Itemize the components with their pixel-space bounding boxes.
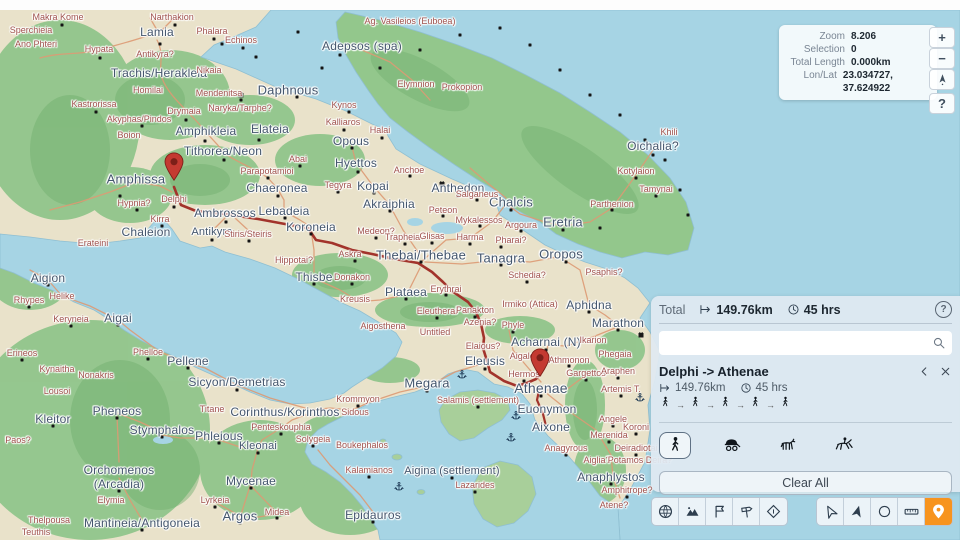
terrain-icon xyxy=(684,503,701,520)
route-distance: 149.76km xyxy=(659,382,726,394)
ruler-icon xyxy=(903,503,920,520)
signpost-button[interactable] xyxy=(733,498,760,525)
flag-icon xyxy=(711,503,728,520)
clock-icon xyxy=(740,382,752,394)
ruler-button[interactable] xyxy=(898,498,925,525)
route-leg-sequence: → → → → xyxy=(659,397,952,413)
map-application: Adepsos (spa)LamiaTrachis/HerakleiaDaphn… xyxy=(0,0,960,540)
arrow-right-icon: → xyxy=(736,400,745,410)
toolbar-layers-group xyxy=(651,497,788,526)
cursor-outline-button[interactable] xyxy=(817,498,844,525)
total-distance: 149.76km xyxy=(699,303,772,317)
route-time: 45 hrs xyxy=(740,382,788,394)
top-strip xyxy=(0,0,960,10)
panel-help-button[interactable]: ? xyxy=(935,301,952,318)
route-collapse-button[interactable] xyxy=(918,365,931,378)
zoom-out-button[interactable]: − xyxy=(929,48,955,69)
route-panel: Total 149.76km 45 hrs ? Delphi -> Athena… xyxy=(651,296,960,492)
route-panel-header: Total 149.76km 45 hrs ? xyxy=(659,296,952,324)
circle-button[interactable] xyxy=(871,498,898,525)
waypoint-diamond-button[interactable] xyxy=(760,498,787,525)
minus-icon: − xyxy=(938,51,946,66)
mode-cart-button[interactable] xyxy=(715,432,747,459)
route-title: Delphi -> Athenae xyxy=(659,364,769,379)
route-item[interactable]: Delphi -> Athenae xyxy=(659,364,952,379)
question-icon: ? xyxy=(938,96,946,111)
clock-icon xyxy=(787,303,800,316)
donkey-icon xyxy=(778,436,797,455)
terrain-button[interactable] xyxy=(679,498,706,525)
mode-donkey-button[interactable] xyxy=(771,432,803,459)
walk-leg-icon xyxy=(659,396,672,414)
globe-button[interactable] xyxy=(652,498,679,525)
walk-leg-icon xyxy=(749,396,762,414)
distance-icon xyxy=(659,382,671,394)
walk-leg-icon xyxy=(719,396,732,414)
arrow-right-icon: → xyxy=(766,400,775,410)
horse-icon xyxy=(834,436,853,455)
location-pin-icon xyxy=(930,503,947,520)
walk-leg-icon xyxy=(689,396,702,414)
status-row: Selection0 xyxy=(787,43,929,56)
transport-mode-row xyxy=(659,422,952,459)
help-button[interactable]: ? xyxy=(929,93,955,114)
status-row: Lon/Lat23.034727, 37.624922 xyxy=(787,69,929,95)
mode-walk-button[interactable] xyxy=(659,432,691,459)
map-status-panel: Zoom8.206Selection0Total Length0.000kmLo… xyxy=(779,25,937,100)
search-icon[interactable] xyxy=(932,336,946,350)
status-row: Zoom8.206 xyxy=(787,30,929,43)
status-row: Total Length0.000km xyxy=(787,56,929,69)
cart-icon xyxy=(722,436,741,455)
flag-button[interactable] xyxy=(706,498,733,525)
cursor-outline-icon xyxy=(822,503,839,520)
walk-icon xyxy=(666,436,685,455)
arrow-right-icon: → xyxy=(676,400,685,410)
chevron-left-icon xyxy=(918,365,931,378)
walk-leg-icon xyxy=(779,396,792,414)
waypoint-diamond-icon xyxy=(765,503,782,520)
route-metrics: 149.76km 45 hrs xyxy=(659,382,952,394)
distance-icon xyxy=(699,303,712,316)
route-remove-button[interactable] xyxy=(939,365,952,378)
circle-icon xyxy=(876,503,893,520)
toolbar-tools-group xyxy=(816,497,953,526)
arrow-right-icon: → xyxy=(706,400,715,410)
plus-icon: + xyxy=(938,30,946,45)
search-input[interactable] xyxy=(665,335,932,351)
total-label: Total xyxy=(659,303,685,317)
zoom-in-button[interactable]: + xyxy=(929,27,955,48)
globe-icon xyxy=(657,503,674,520)
signpost-icon xyxy=(738,503,755,520)
total-time: 45 hrs xyxy=(787,303,841,317)
cursor-filled-button[interactable] xyxy=(844,498,871,525)
cursor-filled-icon xyxy=(849,503,866,520)
compass-reset-button[interactable] xyxy=(929,69,955,90)
close-icon xyxy=(939,365,952,378)
search-box xyxy=(659,331,952,355)
north-arrow-icon xyxy=(935,72,950,87)
mode-horse-button[interactable] xyxy=(827,432,859,459)
clear-all-button[interactable]: Clear All xyxy=(659,471,952,495)
location-pin-button[interactable] xyxy=(925,498,952,525)
